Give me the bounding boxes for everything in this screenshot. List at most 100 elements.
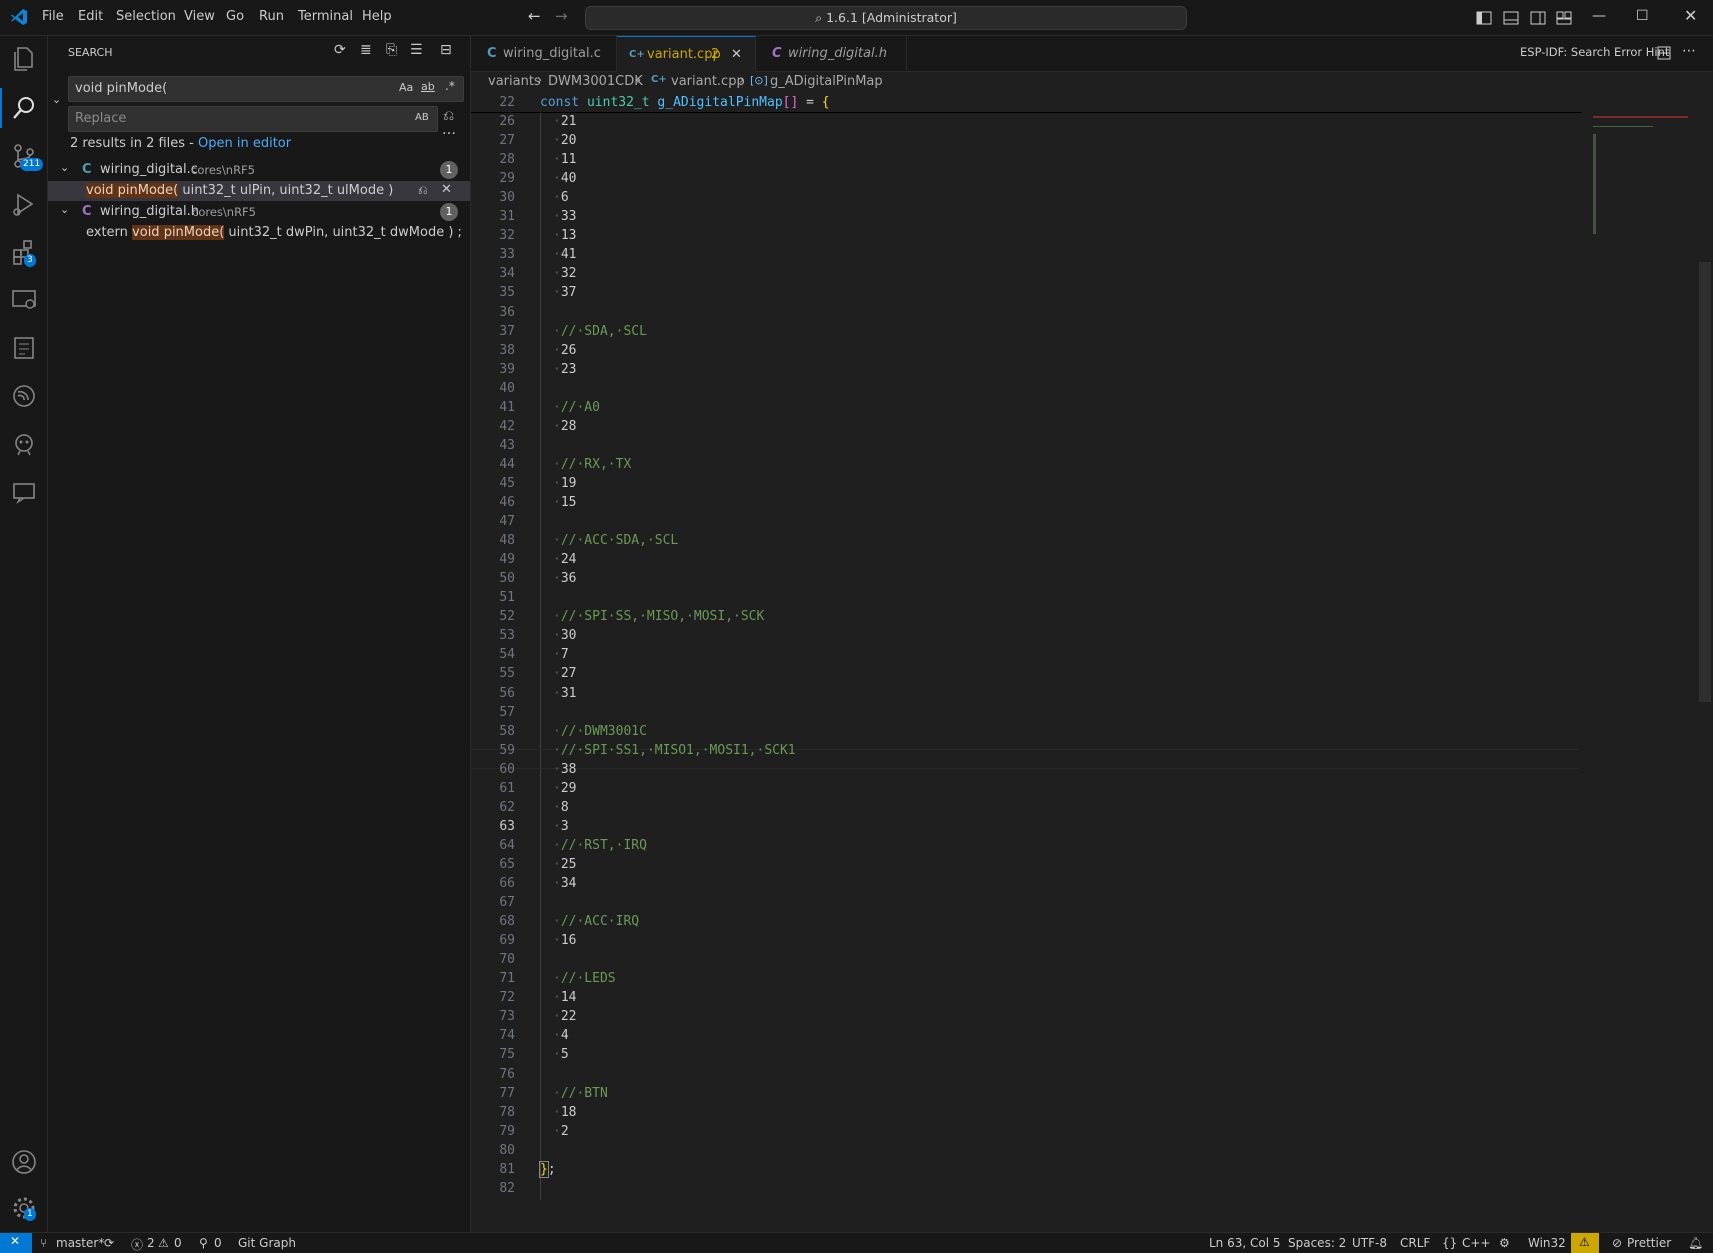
- maximize-icon[interactable]: ☐: [1636, 8, 1649, 24]
- minimap[interactable]: [1583, 94, 1688, 244]
- menu-selection[interactable]: Selection: [116, 9, 176, 24]
- more-actions-icon[interactable]: ⋯: [1682, 43, 1696, 59]
- use-regex-icon[interactable]: .*: [445, 79, 455, 93]
- menu-file[interactable]: File: [42, 9, 64, 24]
- menu-view[interactable]: View: [184, 9, 215, 24]
- line-number: 53: [499, 628, 515, 644]
- breadcrumb-symbol[interactable]: g_ADigitalPinMap: [770, 74, 883, 89]
- search-input[interactable]: void pinMode( Aa ab .*: [68, 76, 464, 102]
- open-in-editor-link[interactable]: Open in editor: [198, 136, 291, 151]
- match-whole-word-icon[interactable]: ab: [421, 80, 435, 93]
- breadcrumb-variants[interactable]: variants: [488, 74, 541, 89]
- chevron-right-icon: ›: [636, 73, 642, 88]
- line-number: 62: [499, 799, 515, 815]
- toggle-search-details-icon[interactable]: …: [442, 122, 456, 138]
- tab-wiring-digital-h[interactable]: C wiring_digital.h: [756, 36, 907, 71]
- new-search-editor-icon[interactable]: ⎘: [386, 42, 397, 58]
- line-number: 77: [499, 1085, 515, 1101]
- line-number: 76: [499, 1066, 515, 1082]
- match-case-icon[interactable]: Aa: [399, 81, 413, 94]
- run-debug-icon[interactable]: [8, 188, 40, 220]
- tab-wiring-digital-c[interactable]: C wiring_digital.c: [471, 36, 617, 71]
- replace-input[interactable]: Replace AB: [68, 106, 438, 132]
- line-number: 79: [499, 1123, 515, 1139]
- toggle-primary-sidebar-icon[interactable]: [1476, 10, 1492, 26]
- cpp-file-icon: C+: [629, 49, 645, 60]
- explorer-icon[interactable]: [8, 42, 40, 74]
- remote-explorer-icon[interactable]: [8, 284, 40, 316]
- breadcrumb-file[interactable]: variant.cpp: [671, 74, 745, 89]
- search-view-icon[interactable]: [8, 92, 40, 124]
- menu-run[interactable]: Run: [259, 9, 284, 24]
- clear-results-icon[interactable]: ≣: [360, 42, 372, 58]
- toggle-panel-icon[interactable]: [1503, 10, 1519, 26]
- menu-help[interactable]: Help: [362, 9, 392, 24]
- indent-guide: [540, 112, 541, 1200]
- chevron-down-icon[interactable]: ⌄: [60, 203, 69, 216]
- preserve-case-icon[interactable]: AB: [415, 112, 429, 123]
- warning-count[interactable]: 0: [174, 1236, 182, 1250]
- result-file-name: wiring_digital.h: [100, 204, 199, 219]
- breadcrumb-folder[interactable]: DWM3001CDK: [548, 74, 643, 89]
- esp-idf-icon[interactable]: [8, 380, 40, 412]
- back-arrow-icon[interactable]: ←: [528, 7, 541, 25]
- notifications-bell-icon[interactable]: 🔔︎: [1688, 1236, 1703, 1250]
- git-branch-icon: ⑂: [40, 1236, 48, 1250]
- warning-indicator[interactable]: ⚠: [1571, 1233, 1599, 1253]
- toggle-replace-chevron-icon[interactable]: ⌄: [52, 93, 61, 106]
- platformio-icon[interactable]: [8, 428, 40, 460]
- testing-icon[interactable]: [8, 332, 40, 364]
- editor-tab-bar: C wiring_digital.c C+ variant.cpp 2 ✕ C …: [471, 36, 1713, 72]
- prettier-status[interactable]: Prettier: [1627, 1236, 1671, 1250]
- chevron-down-icon[interactable]: ⌄: [60, 161, 69, 174]
- view-as-tree-icon[interactable]: ☰: [410, 42, 423, 58]
- collapse-all-icon[interactable]: ⊟: [440, 42, 452, 58]
- menu-terminal[interactable]: Terminal: [298, 9, 353, 24]
- indentation[interactable]: Spaces: 2: [1288, 1236, 1346, 1250]
- serial-monitor-icon[interactable]: [8, 476, 40, 508]
- code-line: ·7: [553, 647, 569, 663]
- code-line: ·5: [553, 1047, 569, 1063]
- dismiss-match-icon[interactable]: ✕: [441, 182, 452, 197]
- accounts-icon[interactable]: [8, 1146, 40, 1178]
- line-number: 55: [499, 666, 515, 682]
- menu-go[interactable]: Go: [226, 9, 244, 24]
- result-match-row[interactable]: void pinMode( uint32_t ulPin, uint32_t u…: [48, 181, 470, 201]
- result-file-row[interactable]: ⌄ C wiring_digital.h cores\nRF5 1: [48, 202, 470, 222]
- menu-edit[interactable]: Edit: [78, 9, 103, 24]
- customize-layout-icon[interactable]: [1556, 10, 1572, 26]
- close-window-icon[interactable]: ✕: [1684, 6, 1697, 25]
- minimize-icon[interactable]: —: [1592, 8, 1606, 24]
- language-mode[interactable]: C++: [1462, 1236, 1491, 1250]
- forward-arrow-icon[interactable]: →: [555, 7, 568, 25]
- result-match-row[interactable]: extern void pinMode( uint32_t dwPin, uin…: [48, 223, 470, 243]
- esp-idf-search-error-hint[interactable]: ESP-IDF: Search Error Hint: [1520, 45, 1669, 59]
- cursor-position[interactable]: Ln 63, Col 5: [1209, 1236, 1281, 1250]
- end-of-line[interactable]: CRLF: [1400, 1236, 1430, 1250]
- git-graph[interactable]: Git Graph: [238, 1236, 296, 1250]
- command-center[interactable]: ⌕ 1.6.1 [Administrator]: [585, 6, 1187, 30]
- toggle-secondary-sidebar-icon[interactable]: [1530, 10, 1546, 26]
- encoding[interactable]: UTF-8: [1352, 1236, 1387, 1250]
- sticky-scroll[interactable]: 22 const uint32_t g_ADigitalPinMap[] = {: [471, 94, 1581, 113]
- code-editor[interactable]: 22 const uint32_t g_ADigitalPinMap[] = {…: [471, 94, 1713, 1232]
- remote-indicator[interactable]: ✕: [0, 1233, 32, 1253]
- manage-gear-icon[interactable]: [8, 1192, 40, 1224]
- code-line: ·23: [553, 361, 577, 377]
- code-line: ·2: [553, 1123, 569, 1139]
- sync-icon[interactable]: ⟳: [104, 1236, 114, 1250]
- tab-label: wiring_digital.c: [503, 46, 601, 61]
- platform[interactable]: Win32: [1528, 1236, 1566, 1250]
- error-count[interactable]: 2: [147, 1236, 155, 1250]
- replace-match-icon[interactable]: ⎌: [418, 183, 428, 198]
- git-branch[interactable]: master*: [56, 1236, 104, 1250]
- tab-variant-cpp[interactable]: C+ variant.cpp 2 ✕: [617, 36, 756, 72]
- split-editor-icon[interactable]: [1657, 46, 1671, 60]
- vertical-scrollbar[interactable]: [1699, 262, 1711, 702]
- ports-count[interactable]: 0: [214, 1236, 222, 1250]
- refresh-icon[interactable]: ⟳: [334, 42, 346, 58]
- breadcrumb: variants › DWM3001CDK › C+ variant.cpp ›…: [471, 72, 1713, 94]
- result-file-row[interactable]: ⌄ C wiring_digital.c cores\nRF5 1: [48, 160, 470, 180]
- copilot-icon[interactable]: ⚙: [1499, 1236, 1510, 1250]
- close-tab-icon[interactable]: ✕: [731, 37, 742, 72]
